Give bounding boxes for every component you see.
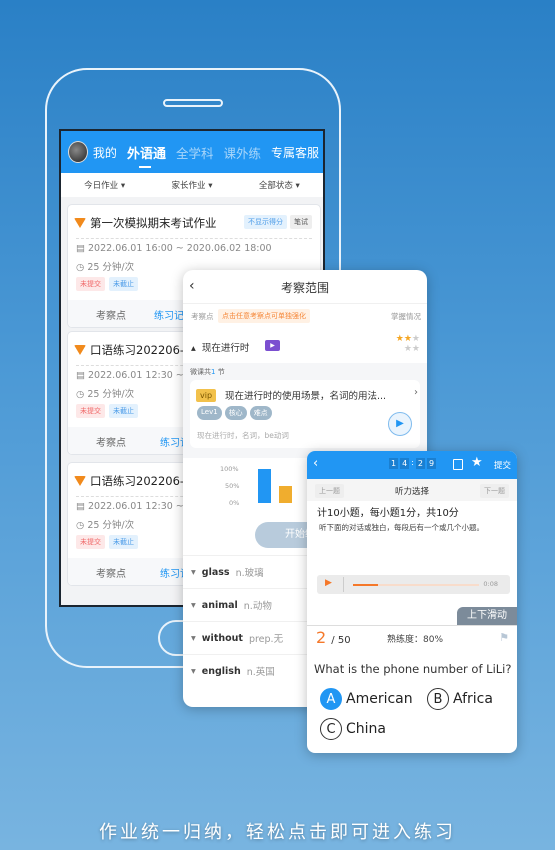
avatar[interactable] (68, 141, 88, 163)
exam-points-link[interactable]: 考察点 (96, 434, 126, 449)
nav-my[interactable]: 我的 (93, 144, 117, 161)
tab-foreign-language[interactable]: 外语通 (127, 143, 166, 168)
timer: 14:29 (389, 458, 437, 469)
filter-bar: 今日作业 ▾ 家长作业 ▾ 全部状态 ▾ (61, 173, 323, 197)
card-duration: ◷ 25 分钟/次 (76, 389, 135, 400)
chart-bar (279, 486, 292, 503)
tab-all-subjects[interactable]: 全学科 (176, 143, 214, 162)
star-icon[interactable]: ★ (471, 455, 483, 470)
badge-hide-score: 不显示得分 (244, 215, 287, 229)
submit-button[interactable]: 提交 (494, 459, 511, 471)
card-title: 第一次模拟期末考试作业 (74, 215, 217, 231)
exam-points-link[interactable]: 考察点 (96, 307, 126, 322)
chevron-right-icon: › (414, 387, 418, 398)
tag-not-closed: 未截止 (109, 404, 138, 418)
divider (76, 238, 312, 239)
exam-point-label: 考察点 (191, 312, 214, 321)
audio-player: ▶ 0:08 (317, 575, 510, 594)
mastery-chart: 100% 50% 0% (183, 465, 303, 515)
mastery-stars: ★★★ ★★ (395, 334, 420, 354)
audio-play-icon[interactable]: ▶ (325, 578, 332, 588)
card-date: ▤ 2022.06.01 16:00 ~ 2020.06.02 18:00 (76, 243, 272, 254)
hint-badge: 点击任意考察点可单独强化 (218, 309, 310, 323)
audio-progress[interactable] (353, 584, 479, 586)
caption: 作业统一归纳，轻松点击即可进入练习 (99, 822, 456, 843)
filter-today[interactable]: 今日作业 ▾ (84, 179, 125, 191)
option-c[interactable]: C China (320, 718, 386, 740)
exam-points-link[interactable]: 考察点 (96, 565, 126, 580)
proficiency: 熟练度：80% (387, 635, 444, 645)
top-nav: 我的 外语通 全学科 课外练 专属客服 (61, 131, 323, 173)
vip-icon (74, 345, 86, 355)
vip-icon (74, 476, 86, 486)
lesson-tag: 核心 (224, 406, 247, 420)
instruction: 听下面的对话或独白，每段后有一个或几个小题。 (319, 523, 484, 532)
lesson-keywords: 现在进行时，名词，be动词 (197, 431, 289, 440)
scope-title: 考察范围 (280, 281, 329, 295)
option-a[interactable]: A American (320, 688, 413, 710)
next-question-button[interactable]: 下一题 (480, 484, 509, 498)
tick-label: 0% (229, 499, 240, 507)
section-summary: 计10小题，每小题1分，共10分 (317, 508, 459, 519)
scroll-hint: 上下滑动 (457, 607, 517, 625)
question-text: What is the phone number of LiLi? (314, 662, 512, 676)
vip-icon (74, 218, 86, 228)
filter-parent[interactable]: 家长作业 ▾ (172, 179, 213, 191)
badge-written: 笔试 (290, 215, 312, 229)
tick-label: 100% (220, 465, 239, 473)
customer-service-link[interactable]: 专属客服 (271, 144, 319, 161)
card-duration: ◷ 25 分钟/次 (76, 520, 135, 531)
chart-bar (258, 469, 271, 503)
back-icon[interactable]: ‹ (313, 456, 318, 471)
card-title: 口语练习202206-2 (74, 473, 191, 489)
topic-row[interactable]: ▴ 现在进行时 (191, 340, 249, 354)
answer-sheet-icon[interactable] (453, 459, 463, 470)
tick-label: 50% (225, 482, 240, 490)
vip-badge: vip (196, 389, 217, 402)
flag-icon[interactable]: ⚑ (499, 631, 509, 644)
lesson-tag: 难点 (249, 406, 272, 420)
tag-not-submitted: 未提交 (76, 535, 105, 549)
video-icon[interactable]: ▶ (265, 340, 280, 351)
tag-not-submitted: 未提交 (76, 404, 105, 418)
phone-speaker (163, 99, 223, 107)
card-title: 口语练习202206-1 (74, 342, 191, 358)
question-counter: 2 / 50 (316, 628, 351, 647)
mastery-label: 掌握情况 (391, 312, 421, 321)
lesson-card[interactable]: vip 现在进行时的使用场景，名词的用法... › Lev1 核心 难点 现在进… (190, 380, 420, 448)
tag-not-closed: 未截止 (109, 535, 138, 549)
play-lesson-button[interactable]: ▶ (388, 412, 412, 436)
tag-not-submitted: 未提交 (76, 277, 105, 291)
audio-time: 0:08 (483, 580, 498, 588)
card-duration: ◷ 25 分钟/次 (76, 262, 135, 273)
tag-not-closed: 未截止 (109, 277, 138, 291)
filter-status[interactable]: 全部状态 ▾ (259, 179, 300, 191)
lesson-tag: Lev1 (197, 406, 222, 420)
lesson-title: 现在进行时的使用场景，名词的用法... (225, 391, 387, 402)
lesson-count: 微课共1 节 (190, 368, 225, 376)
option-b[interactable]: B Africa (427, 688, 493, 710)
tab-extracurricular[interactable]: 课外练 (223, 143, 261, 162)
quiz-panel: ‹ 14:29 ★ 提交 上一题 听力选择 下一题 计10小题，每小题1分，共1… (307, 451, 517, 753)
